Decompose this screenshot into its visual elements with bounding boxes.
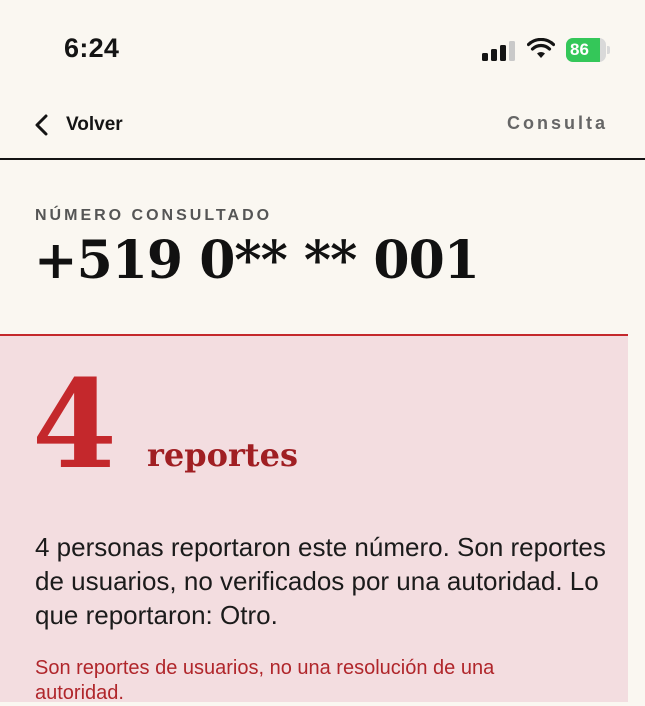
number-section: NÚMERO CONSULTADO +519 0** ** 001 xyxy=(0,160,645,334)
chevron-left-icon xyxy=(35,114,48,136)
battery-cap xyxy=(607,46,610,54)
report-count: 4 xyxy=(32,352,117,496)
nav-bar: Volver Consulta xyxy=(0,100,645,160)
wifi-icon xyxy=(527,38,555,58)
status-bar: 6:24 86 xyxy=(0,0,645,100)
phone-number: +519 0** ** 001 xyxy=(34,230,480,291)
back-label: Volver xyxy=(66,114,123,135)
report-unit: reportes xyxy=(147,436,298,474)
number-label: NÚMERO CONSULTADO xyxy=(35,207,273,224)
battery-level: 86 xyxy=(570,40,589,59)
report-summary: 4 personas reportaron este número. Son r… xyxy=(35,532,606,630)
battery-body: 86 xyxy=(566,38,606,62)
back-button[interactable]: Volver xyxy=(34,111,123,139)
report-panel: 4 reportes 4 personas reportaron este nú… xyxy=(0,334,628,704)
signal-icon xyxy=(482,41,515,61)
report-disclaimer: Son reportes de usuarios, no una resoluc… xyxy=(35,657,495,704)
battery-icon: 86 xyxy=(566,38,610,62)
status-time: 6:24 xyxy=(64,33,120,63)
page-title: Consulta xyxy=(506,113,608,133)
